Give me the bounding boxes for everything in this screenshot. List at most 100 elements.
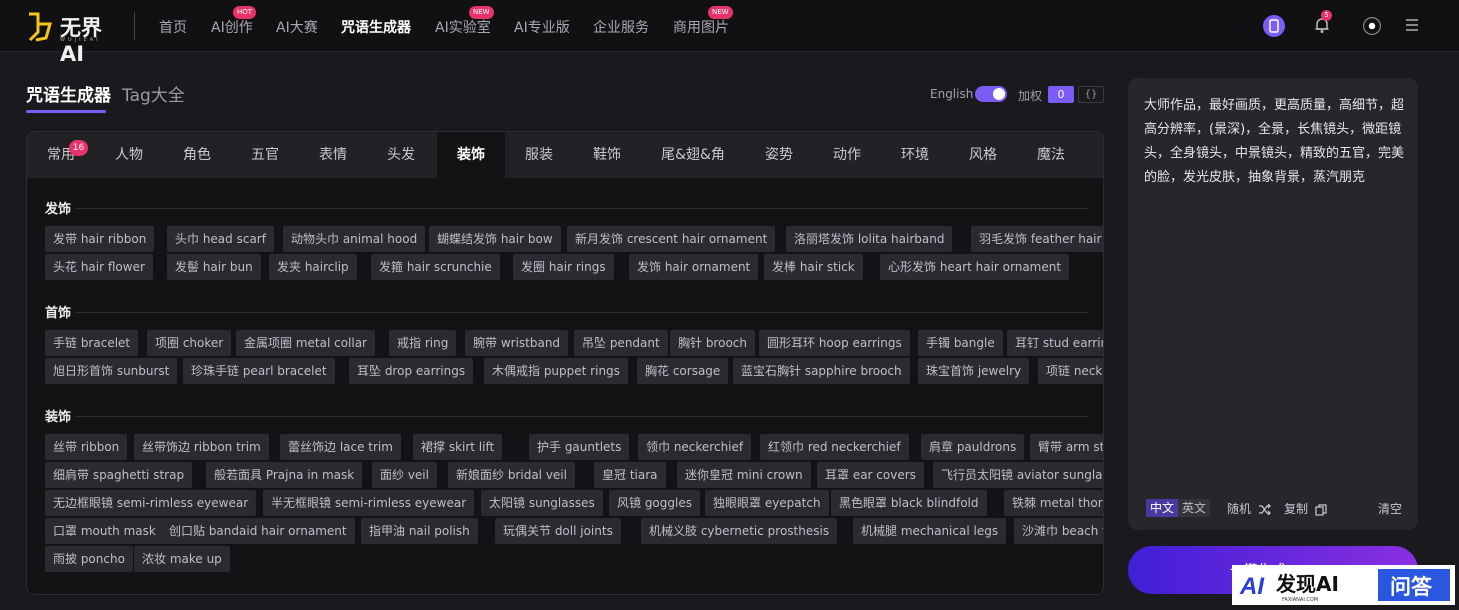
tab-tag-collection[interactable]: Tag大全	[122, 81, 185, 106]
tag-chip[interactable]: 独眼眼罩 eyepatch	[705, 490, 829, 516]
category-tab-action[interactable]: 动作	[813, 132, 881, 178]
tag-chip[interactable]: 护手 gauntlets	[529, 434, 630, 460]
tag-chip[interactable]: 皇冠 tiara	[594, 462, 666, 488]
tag-chip[interactable]: 口罩 mouth mask	[45, 518, 164, 544]
lang-en-button[interactable]: 英文	[1178, 499, 1211, 517]
hamburger-menu-icon[interactable]	[1406, 19, 1418, 31]
tag-chip[interactable]: 裙撑 skirt lift	[413, 434, 503, 460]
tag-chip[interactable]: 浓妆 make up	[134, 546, 230, 572]
tag-chip[interactable]: 蝴蝶结发饰 hair bow	[429, 226, 561, 252]
tag-chip[interactable]: 戒指 ring	[389, 330, 457, 356]
weight-value-input[interactable]: 0	[1048, 86, 1074, 103]
tag-chip[interactable]: 蓝宝石胸针 sapphire brooch	[733, 358, 910, 384]
tag-chip[interactable]: 手链 bracelet	[45, 330, 139, 356]
tag-chip[interactable]: 新月发饰 crescent hair ornament	[567, 226, 776, 252]
tag-chip[interactable]: 项链 necklace	[1038, 358, 1103, 384]
tag-chip[interactable]: 圆形耳环 hoop earrings	[759, 330, 910, 356]
category-tab-common[interactable]: 常用 16	[27, 132, 95, 178]
tag-chip[interactable]: 洛丽塔发饰 lolita hairband	[786, 226, 953, 252]
nav-item-ai-contest[interactable]: AI大赛	[276, 17, 318, 37]
tag-chip[interactable]: 耳坠 drop earrings	[349, 358, 474, 384]
tag-chip[interactable]: 羽毛发饰 feather hair ornament	[971, 226, 1103, 252]
tag-chip[interactable]: 新娘面纱 bridal veil	[448, 462, 575, 488]
tag-chip[interactable]: 发夹 hairclip	[269, 254, 357, 280]
nav-item-enterprise[interactable]: 企业服务	[593, 17, 649, 37]
tag-chip[interactable]: 金属项圈 metal collar	[236, 330, 375, 356]
category-tab-role[interactable]: 角色	[163, 132, 231, 178]
tag-chip[interactable]: 珠宝首饰 jewelry	[918, 358, 1030, 384]
tag-chip[interactable]: 头巾 head scarf	[167, 226, 274, 252]
nav-item-commercial-images[interactable]: 商用图片 NEW	[673, 6, 733, 37]
tag-chip[interactable]: 蕾丝饰边 lace trim	[280, 434, 401, 460]
category-tab-facial-features[interactable]: 五官	[231, 132, 299, 178]
tag-chip[interactable]: 旭日形首饰 sunburst	[45, 358, 178, 384]
tag-chip[interactable]: 发圈 hair rings	[513, 254, 614, 280]
tag-chip[interactable]: 头花 hair flower	[45, 254, 153, 280]
copy-button[interactable]: 复制	[1284, 500, 1327, 517]
category-tab-person[interactable]: 人物	[95, 132, 163, 178]
tag-chip[interactable]: 玩偶关节 doll joints	[495, 518, 621, 544]
tag-chip[interactable]: 领巾 neckerchief	[638, 434, 752, 460]
tag-chip[interactable]: 沙滩巾 beach towel	[1014, 518, 1103, 544]
tag-chip[interactable]: 手镯 bangle	[918, 330, 1003, 356]
tag-chip[interactable]: 发带 hair ribbon	[45, 226, 155, 252]
tag-chip[interactable]: 臂带 arm strap	[1030, 434, 1103, 460]
user-avatar[interactable]	[1360, 14, 1384, 38]
category-tab-magic[interactable]: 魔法	[1017, 132, 1085, 178]
tag-chip[interactable]: 铁棘 metal thorns	[1004, 490, 1103, 516]
tag-chip[interactable]: 风镜 goggles	[609, 490, 700, 516]
nav-item-ai-create[interactable]: AI创作 HOT	[211, 6, 257, 37]
tag-chip[interactable]: 迷你皇冠 mini crown	[677, 462, 811, 488]
tag-chip[interactable]: 太阳镜 sunglasses	[481, 490, 603, 516]
tag-chip[interactable]: 无边框眼镜 semi-rimless eyewear	[45, 490, 257, 516]
nav-item-ai-pro[interactable]: AI专业版	[514, 17, 570, 37]
category-tab-clothing[interactable]: 服装	[505, 132, 573, 178]
category-tab-expression[interactable]: 表情	[299, 132, 367, 178]
tag-chip[interactable]: 木偶戒指 puppet rings	[484, 358, 628, 384]
category-tab-shoes[interactable]: 鞋饰	[573, 132, 641, 178]
tag-chip[interactable]: 般若面具 Prajna in mask	[206, 462, 363, 488]
nav-item-ai-lab[interactable]: AI实验室 NEW	[435, 6, 494, 37]
tag-chip[interactable]: 耳罩 ear covers	[817, 462, 924, 488]
tag-chip[interactable]: 创口贴 bandaid hair ornament	[161, 518, 355, 544]
category-tab-tail-wing-horn[interactable]: 尾&翅&角	[641, 132, 745, 178]
tag-chip[interactable]: 丝带 ribbon	[45, 434, 128, 460]
category-tab-decoration[interactable]: 装饰	[437, 132, 505, 178]
tag-chip[interactable]: 指甲油 nail polish	[361, 518, 478, 544]
tag-chip[interactable]: 腕带 wristband	[465, 330, 569, 356]
tag-chip[interactable]: 红领巾 red neckerchief	[760, 434, 909, 460]
tag-chip[interactable]: 发棒 hair stick	[764, 254, 863, 280]
logo[interactable]: 无界AI WUJIEAI	[26, 10, 120, 66]
clear-button[interactable]: 清空	[1378, 500, 1402, 517]
tag-chip[interactable]: 肩章 pauldrons	[921, 434, 1025, 460]
tag-chip[interactable]: 机械腿 mechanical legs	[853, 518, 1007, 544]
tag-chip[interactable]: 机械义肢 cybernetic prosthesis	[641, 518, 838, 544]
tag-chip[interactable]: 动物头巾 animal hood	[283, 226, 426, 252]
category-tab-pose[interactable]: 姿势	[745, 132, 813, 178]
tag-chip[interactable]: 胸花 corsage	[637, 358, 729, 384]
tab-prompt-generator[interactable]: 咒语生成器	[26, 81, 111, 106]
tag-chip[interactable]: 胸针 brooch	[670, 330, 755, 356]
tag-chip[interactable]: 细肩带 spaghetti strap	[45, 462, 193, 488]
tag-chip[interactable]: 面纱 veil	[372, 462, 437, 488]
category-tab-hair[interactable]: 头发	[367, 132, 435, 178]
tag-chip[interactable]: 半无框眼镜 semi-rimless eyewear	[263, 490, 475, 516]
tag-chip[interactable]: 飞行员太阳镜 aviator sunglasses	[933, 462, 1103, 488]
tag-chip[interactable]: 发箍 hair scrunchie	[371, 254, 500, 280]
tag-chip[interactable]: 雨披 poncho	[45, 546, 133, 572]
tag-chip[interactable]: 心形发饰 heart hair ornament	[880, 254, 1070, 280]
prompt-output-box[interactable]: 大师作品，最好画质，更高质量，高细节，超高分辨率，(景深)，全景，长焦镜头，微距…	[1128, 78, 1418, 530]
english-toggle[interactable]	[975, 86, 1007, 102]
tag-chip[interactable]: 丝带饰边 ribbon trim	[134, 434, 269, 460]
tag-chip[interactable]: 黑色眼罩 black blindfold	[831, 490, 987, 516]
category-tab-style[interactable]: 风格	[949, 132, 1017, 178]
tag-chip[interactable]: 项圈 choker	[147, 330, 232, 356]
tag-chip[interactable]: 发髻 hair bun	[167, 254, 261, 280]
tag-chip[interactable]: 吊坠 pendant	[574, 330, 668, 356]
random-button[interactable]: 随机	[1227, 500, 1271, 517]
tag-chip[interactable]: 耳钉 stud earrings	[1007, 330, 1103, 356]
tag-chip[interactable]: 发饰 hair ornament	[629, 254, 759, 280]
prompt-text[interactable]: 大师作品，最好画质，更高质量，高细节，超高分辨率，(景深)，全景，长焦镜头，微距…	[1144, 94, 1406, 190]
nav-item-home[interactable]: 首页	[159, 17, 187, 37]
nav-item-prompt-generator[interactable]: 咒语生成器	[341, 17, 411, 37]
